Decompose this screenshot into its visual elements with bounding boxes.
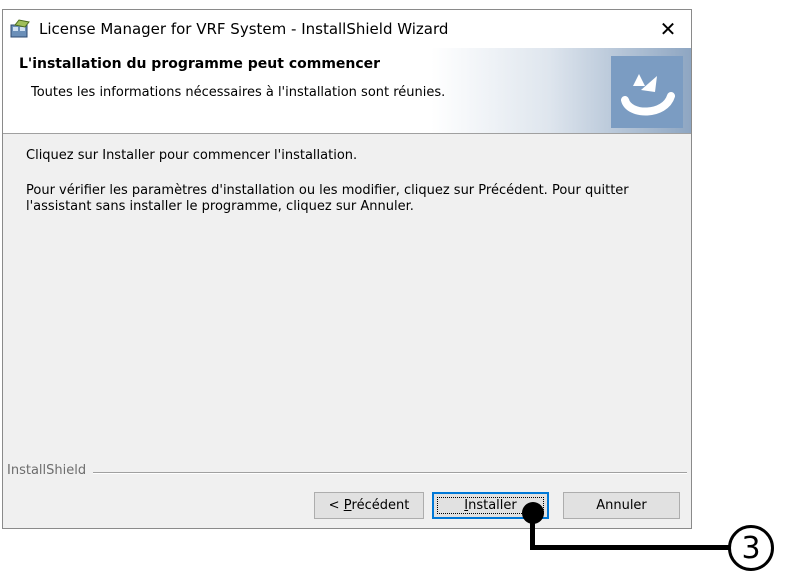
title-bar: License Manager for VRF System - Install… [3, 10, 691, 48]
footer-divider [93, 472, 687, 474]
callout-line-horizontal [530, 545, 730, 550]
installshield-brand-label: InstallShield [7, 463, 91, 478]
close-button[interactable]: ✕ [645, 10, 691, 48]
back-button-label: récédent [351, 498, 410, 513]
cancel-button-label: Annuler [596, 498, 647, 513]
back-button-mnemonic: P [343, 498, 352, 513]
wizard-body: Cliquez sur Installer pour commencer l'i… [3, 135, 691, 465]
window-title: License Manager for VRF System - Install… [39, 20, 449, 38]
close-icon: ✕ [659, 17, 677, 41]
callout-step-number: 3 [741, 530, 761, 566]
header-subtitle: Toutes les informations nécessaires à l'… [31, 85, 446, 100]
header-title: L'installation du programme peut commenc… [19, 56, 381, 72]
back-button-prefix: < [328, 498, 344, 513]
callout-step-marker: 3 [728, 525, 774, 571]
instruction-text: Cliquez sur Installer pour commencer l'i… [26, 148, 358, 163]
cancel-button[interactable]: Annuler [563, 492, 680, 519]
callout-dot [522, 502, 544, 524]
wizard-header: L'installation du programme peut commenc… [3, 48, 691, 134]
installer-app-icon [10, 19, 30, 38]
info-text: Pour vérifier les paramètres d'installat… [26, 183, 629, 214]
installer-window: License Manager for VRF System - Install… [2, 9, 692, 529]
back-button[interactable]: < Précédent [314, 492, 424, 519]
installshield-logo-icon [611, 56, 683, 128]
